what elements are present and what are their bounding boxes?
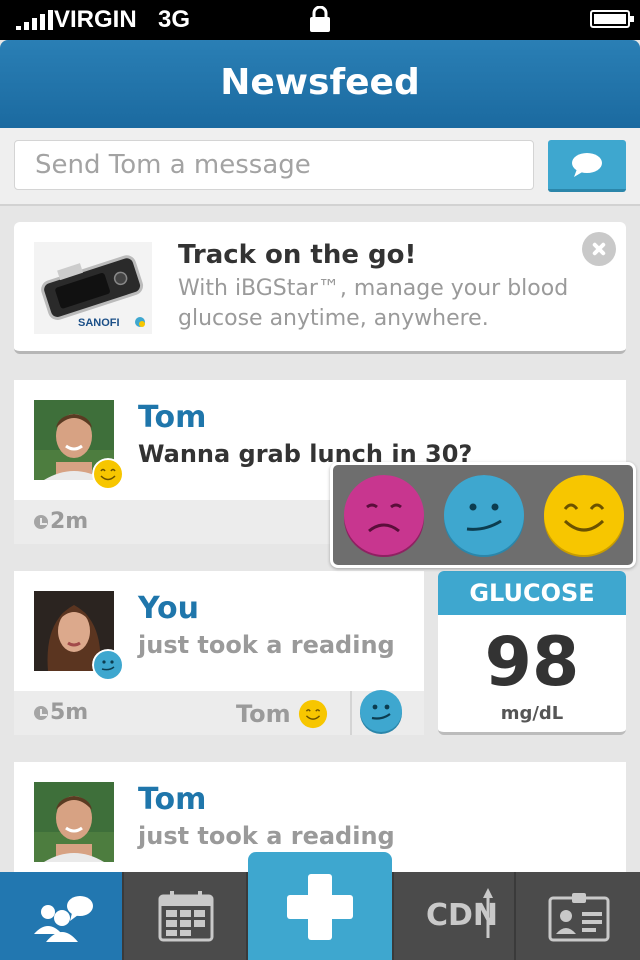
feed-item[interactable]: You just took a reading 5m Tom <box>14 571 424 735</box>
chat-bubble-icon <box>572 153 602 177</box>
id-card-icon <box>548 893 610 942</box>
neutral-mood-button[interactable] <box>443 475 525 557</box>
feed-item-time: 5m <box>50 700 89 725</box>
feed-item-name: Tom <box>138 782 207 817</box>
avatar <box>34 782 114 862</box>
promo-body: With iBGStar™, manage your blood glucose… <box>178 276 569 331</box>
feed-item-name: You <box>138 591 199 626</box>
clock-icon <box>34 515 48 529</box>
status-bar: VIRGIN 3G <box>0 0 640 40</box>
tab-calendar[interactable] <box>124 872 248 960</box>
clock-icon <box>34 706 48 720</box>
happy-mood-icon <box>298 699 328 729</box>
carrier-name: VIRGIN <box>54 6 137 33</box>
respond-neutral-mood-button[interactable] <box>358 689 404 735</box>
sanofi-logo-text: SANOFI <box>78 317 120 329</box>
tab-profile[interactable] <box>516 872 640 960</box>
network-type: 3G <box>158 6 191 33</box>
battery-icon <box>590 10 634 28</box>
page-title: Newsfeed <box>220 62 420 103</box>
feed-item-name: Tom <box>138 400 207 435</box>
glucose-unit: mg/dL <box>500 703 564 724</box>
feed-item-text: just took a reading <box>138 822 395 850</box>
signal-strength-icon <box>16 10 53 30</box>
send-message-button[interactable] <box>548 140 626 192</box>
neutral-mood-icon <box>92 649 124 681</box>
add-entry-button[interactable] <box>248 852 392 960</box>
message-input[interactable] <box>14 140 534 190</box>
lock-icon <box>310 6 330 32</box>
tab-cdn-label: CDN <box>426 898 499 933</box>
close-icon[interactable] <box>582 232 616 266</box>
promo-title: Track on the go! <box>178 240 417 270</box>
mood-picker <box>330 462 636 568</box>
glucose-card[interactable]: GLUCOSE 98 mg/dL <box>438 571 626 735</box>
happy-mood-icon <box>92 458 124 490</box>
feed-item-time: 2m <box>50 509 89 534</box>
feed-item-footer: 5m Tom <box>14 689 424 735</box>
ibgstar-device-image: SANOFI <box>34 242 152 334</box>
message-bar <box>0 128 640 206</box>
calendar-icon <box>158 891 214 942</box>
sad-mood-button[interactable] <box>343 475 425 557</box>
glucose-label: GLUCOSE <box>438 571 626 615</box>
glucose-value: 98 <box>484 623 580 702</box>
feed-item-text: just took a reading <box>138 631 395 659</box>
header: Newsfeed <box>0 40 640 128</box>
response-name: Tom <box>236 700 291 728</box>
promo-card[interactable]: SANOFI Track on the go! With iBGStar™, m… <box>14 222 626 354</box>
people-chat-icon <box>34 896 93 942</box>
footer-divider <box>350 691 352 735</box>
tab-newsfeed[interactable] <box>0 872 124 960</box>
happy-mood-button[interactable] <box>543 475 625 557</box>
